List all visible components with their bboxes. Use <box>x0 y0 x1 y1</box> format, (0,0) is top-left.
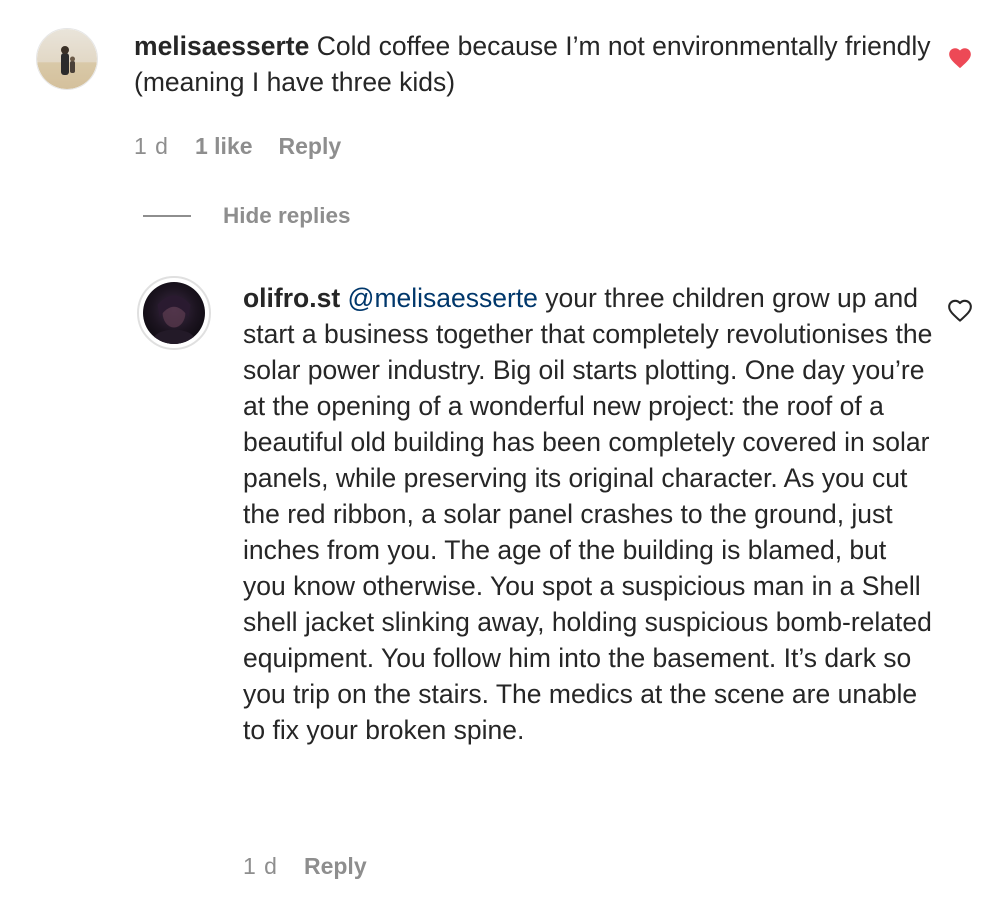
comment-body: melisaesserte Cold coffee because I’m no… <box>134 28 934 100</box>
avatar-melisaesserte[interactable] <box>36 28 98 90</box>
reply-body: olifro.st @melisaesserte your three chil… <box>243 280 933 748</box>
divider-line <box>143 215 191 217</box>
hide-replies-label: Hide replies <box>223 203 351 228</box>
reply-reply-button[interactable]: Reply <box>304 853 367 880</box>
comment-meta: 1 d 1 like Reply <box>134 133 367 160</box>
reply-button[interactable]: Reply <box>279 133 342 160</box>
reply-time[interactable]: 1 d <box>243 853 278 880</box>
reply-username[interactable]: olifro.st <box>243 283 340 313</box>
heart-outline-icon[interactable] <box>947 297 973 323</box>
profile-photo-icon <box>143 282 205 344</box>
profile-photo-icon <box>37 29 97 89</box>
heart-filled-icon[interactable] <box>947 45 973 71</box>
reply-text: your three children grow up and start a … <box>243 283 933 745</box>
comment-username[interactable]: melisaesserte <box>134 31 309 61</box>
reply-meta: 1 d Reply <box>243 853 393 880</box>
comment-time[interactable]: 1 d <box>134 133 169 160</box>
reply-mention[interactable]: @melisaesserte <box>348 283 538 313</box>
avatar-olifro-st[interactable] <box>137 276 211 350</box>
comment-likes[interactable]: 1 like <box>195 133 253 160</box>
hide-replies-button[interactable]: Hide replies <box>143 203 351 229</box>
